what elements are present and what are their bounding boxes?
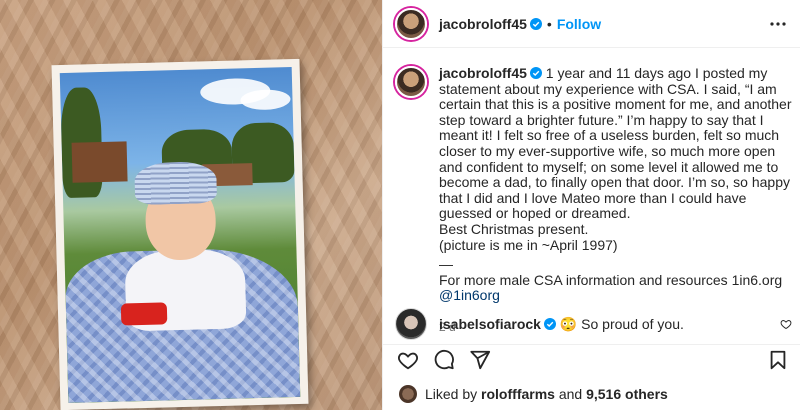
comment-body: isabelsofiarock 😳 So proud of you.: [439, 316, 684, 333]
verified-badge-icon: [529, 17, 542, 30]
heart-icon[interactable]: [397, 349, 419, 371]
post-detail-panel: jacobroloff45 • Follow jacobroloff45 1 y…: [382, 0, 800, 410]
separator-dot: •: [546, 15, 552, 32]
caption-text-1: 1 year and 11 days ago I posted my state…: [439, 65, 796, 222]
caption-line: (picture is me in ~April 1997): [439, 236, 618, 253]
caption-dash: —: [439, 256, 453, 273]
commenter-username[interactable]: isabelsofiarock: [439, 316, 541, 332]
post-photo: [0, 0, 382, 410]
author-username[interactable]: jacobroloff45: [439, 16, 527, 32]
bookmark-icon[interactable]: [767, 349, 789, 371]
comment-row: isabelsofiarock 😳 So proud of you.: [395, 308, 795, 340]
author-avatar[interactable]: [395, 7, 427, 40]
verified-badge-icon: [529, 67, 542, 79]
action-icons: [397, 349, 491, 371]
likes-summary: Liked by rolofffarms and 9,516 others: [399, 385, 668, 403]
printed-photograph: [51, 58, 309, 410]
comment-like-heart-icon[interactable]: [780, 318, 792, 330]
post-actions: Liked by rolofffarms and 9,516 others: [383, 344, 800, 410]
caption-author-username[interactable]: jacobroloff45: [439, 65, 527, 81]
likes-conjunction: and: [558, 386, 583, 402]
caption-author-avatar[interactable]: [395, 66, 427, 98]
post-caption: jacobroloff45 1 year and 11 days ago I p…: [395, 65, 796, 336]
liker-username[interactable]: rolofffarms: [481, 386, 555, 402]
caption-line: Best Christmas present.: [439, 220, 589, 237]
commenter-avatar[interactable]: [395, 308, 427, 340]
comment-icon[interactable]: [433, 349, 455, 371]
likes-prefix: Liked by: [425, 386, 478, 402]
liker-avatar[interactable]: [399, 385, 417, 403]
follow-button[interactable]: Follow: [557, 16, 601, 32]
likes-others-count[interactable]: 9,516 others: [586, 386, 668, 402]
verified-badge-icon: [543, 317, 556, 330]
caption-line: For more male CSA information and resour…: [439, 271, 795, 304]
more-options-icon[interactable]: [769, 16, 787, 32]
resources-text: For more male CSA information and resour…: [439, 271, 783, 288]
baby-photo-image: [59, 67, 301, 403]
mention-link[interactable]: @1in6org: [439, 287, 500, 304]
comment-emoji: 😳: [559, 315, 578, 332]
share-icon[interactable]: [469, 349, 491, 371]
post-header: jacobroloff45 • Follow: [383, 0, 800, 48]
comment-text: So proud of you.: [581, 315, 684, 332]
caption-paragraph: jacobroloff45 1 year and 11 days ago I p…: [439, 65, 796, 222]
caption-body: jacobroloff45 1 year and 11 days ago I p…: [439, 65, 796, 336]
